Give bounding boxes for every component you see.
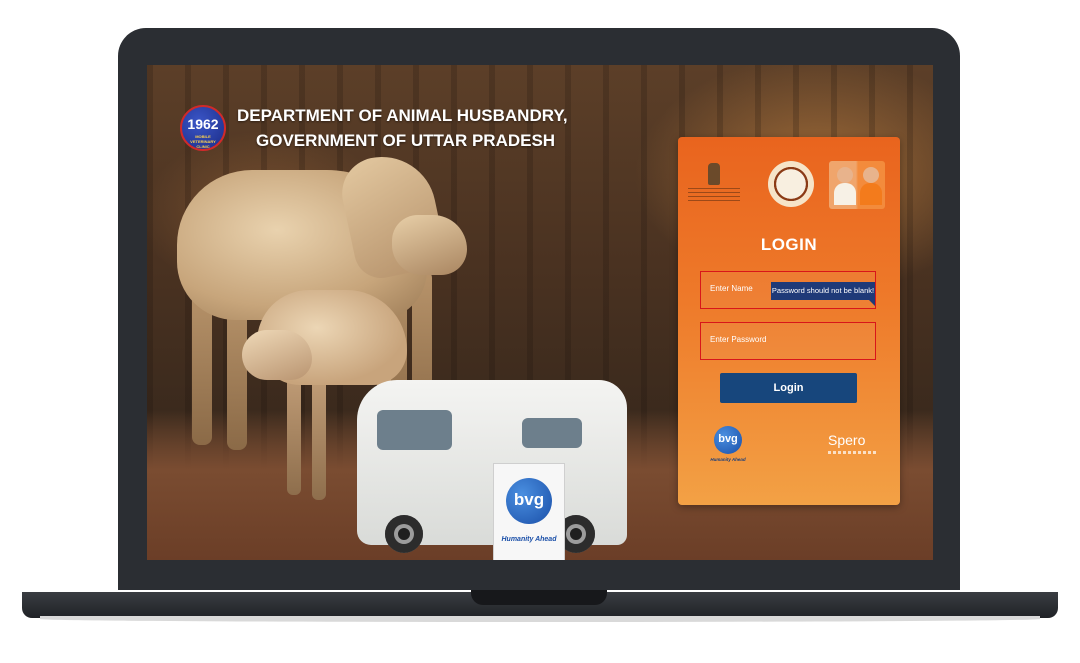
bvg-sign: bvg Humanity Ahead bbox=[493, 463, 565, 560]
department-title: DEPARTMENT OF ANIMAL HUSBANDRY, GOVERNME… bbox=[237, 103, 568, 153]
bvg-footer-tagline: Humanity Ahead bbox=[710, 457, 746, 462]
password-input[interactable]: Enter Password bbox=[700, 322, 876, 360]
spero-logo: Spero bbox=[828, 432, 866, 448]
validation-tooltip: Password should not be blank! bbox=[771, 282, 875, 306]
ambulance-wheel bbox=[385, 515, 423, 553]
ambulance-window bbox=[377, 410, 452, 450]
spero-tagline bbox=[828, 451, 878, 454]
department-title-line1: DEPARTMENT OF ANIMAL HUSBANDRY, bbox=[237, 106, 568, 125]
laptop-notch bbox=[471, 590, 607, 605]
national-emblem-icon bbox=[688, 161, 740, 205]
bvg-tagline: Humanity Ahead bbox=[501, 536, 557, 543]
mvc-1962-logo: 1962 MOBILE VETERINARY CLINIC bbox=[180, 105, 226, 151]
ambulance-image bbox=[357, 380, 627, 553]
username-input[interactable]: Enter Name Password should not be blank! bbox=[700, 271, 876, 309]
leader-body bbox=[860, 183, 882, 205]
logo-subtext: MOBILE VETERINARY CLINIC bbox=[190, 134, 216, 149]
leader-face bbox=[863, 167, 879, 183]
laptop-shadow bbox=[40, 616, 1040, 622]
password-placeholder: Enter Password bbox=[710, 335, 767, 344]
calf-leg bbox=[312, 370, 326, 500]
emblem-pillar bbox=[708, 163, 720, 185]
emblem-caption bbox=[688, 188, 740, 202]
leader-face bbox=[837, 167, 853, 183]
username-placeholder: Enter Name bbox=[710, 284, 753, 293]
login-button[interactable]: Login bbox=[720, 373, 857, 403]
up-government-seal-icon bbox=[768, 161, 814, 207]
bvg-footer-logo-mark: bvg bbox=[714, 426, 742, 454]
logo-number: 1962 bbox=[187, 116, 219, 132]
leaders-photo bbox=[829, 161, 885, 209]
cow-head bbox=[392, 215, 467, 275]
department-title-line2: GOVERNMENT OF UTTAR PRADESH bbox=[256, 131, 556, 150]
calf-head bbox=[242, 330, 312, 380]
bvg-logo: bvg bbox=[506, 478, 552, 524]
login-title: LOGIN bbox=[760, 235, 818, 254]
login-card: LOGIN Enter Name Password should not be … bbox=[678, 137, 900, 505]
leader-body bbox=[834, 183, 856, 205]
bvg-footer-logo: bvg Humanity Ahead bbox=[708, 426, 748, 466]
laptop-screen: bvg Humanity Ahead 1962 MOBILE VETERINAR… bbox=[147, 65, 933, 560]
ambulance-window bbox=[522, 418, 582, 448]
